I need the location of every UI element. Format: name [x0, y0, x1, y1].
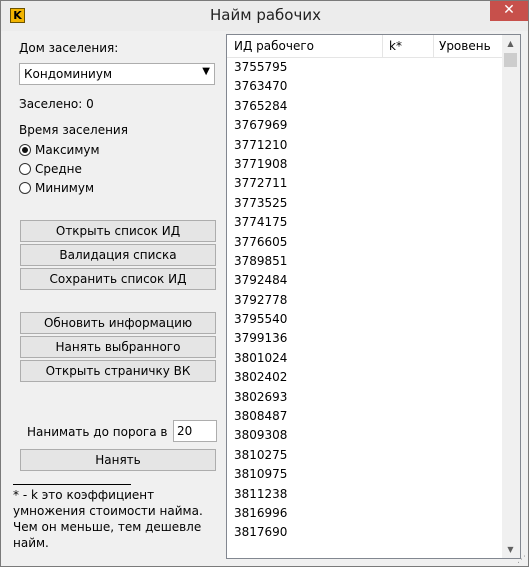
- hire-selected-button[interactable]: Нанять выбранного: [20, 336, 216, 358]
- hire-button[interactable]: Нанять: [20, 449, 216, 471]
- hire-threshold-input[interactable]: 20: [173, 420, 217, 442]
- list-item[interactable]: 3808487: [227, 407, 502, 426]
- list-item[interactable]: 3772711: [227, 174, 502, 193]
- list-item[interactable]: 3776605: [227, 233, 502, 252]
- footnote: * - k это коэффициент умножения стоимост…: [13, 488, 203, 550]
- column-worker-id[interactable]: ИД рабочего: [234, 39, 314, 53]
- list-item[interactable]: 3799136: [227, 329, 502, 348]
- column-level[interactable]: Уровень: [439, 39, 491, 53]
- list-item[interactable]: 3774175: [227, 213, 502, 232]
- list-item[interactable]: 3817690: [227, 523, 502, 542]
- vertical-scrollbar[interactable]: ▲ ▼: [502, 35, 520, 558]
- save-id-list-button[interactable]: Сохранить список ИД: [20, 268, 216, 290]
- list-item[interactable]: 3816996: [227, 504, 502, 523]
- house-select[interactable]: Кондоминиум ▼: [19, 63, 215, 85]
- list-item[interactable]: 3755795: [227, 58, 502, 77]
- workers-list[interactable]: ИД рабочего k* Уровень 3755795 3763470 376…: [226, 34, 521, 559]
- list-item[interactable]: 3792484: [227, 271, 502, 290]
- house-select-value: Кондоминиум: [24, 67, 112, 81]
- list-header: ИД рабочего k* Уровень: [227, 35, 520, 58]
- open-id-list-button[interactable]: Открыть список ИД: [20, 220, 216, 242]
- list-item[interactable]: 3789851: [227, 252, 502, 271]
- list-item[interactable]: 3811238: [227, 485, 502, 504]
- list-item[interactable]: 3767969: [227, 116, 502, 135]
- open-vk-page-button[interactable]: Открыть страничку ВК: [20, 360, 216, 382]
- close-button[interactable]: ✕: [490, 1, 528, 21]
- list-item[interactable]: 3795540: [227, 310, 502, 329]
- list-item[interactable]: 3810275: [227, 446, 502, 465]
- time-label: Время заселения: [19, 123, 128, 137]
- list-item[interactable]: 3765284: [227, 97, 502, 116]
- list-item[interactable]: 3809308: [227, 426, 502, 445]
- resize-grip-icon[interactable]: ⋰: [517, 555, 527, 565]
- list-item[interactable]: 3802402: [227, 368, 502, 387]
- divider: [13, 484, 131, 485]
- radio-unchecked-icon: [19, 163, 31, 175]
- list-item[interactable]: 3763470: [227, 77, 502, 96]
- list-item[interactable]: 3802693: [227, 388, 502, 407]
- radio-label: Минимум: [35, 181, 95, 195]
- window-title: Найм рабочих: [210, 6, 321, 24]
- settled-label: Заселено: 0: [19, 97, 94, 111]
- radio-label: Максимум: [35, 143, 100, 157]
- hire-threshold-label: Нанимать до порога в: [27, 425, 168, 439]
- radio-checked-icon: [19, 144, 31, 156]
- app-window: K Найм рабочих ✕ Дом заселения: Кондомин…: [0, 0, 529, 567]
- column-separator[interactable]: [382, 35, 383, 57]
- list-rows: 3755795 3763470 3765284 3767969 3771210 37719…: [227, 58, 502, 543]
- left-panel: Дом заселения: Кондоминиум ▼ Заселено: 0…: [9, 31, 224, 561]
- radio-label: Средне: [35, 162, 82, 176]
- chevron-down-icon: ▼: [202, 66, 210, 77]
- scroll-thumb[interactable]: [504, 53, 517, 67]
- title-bar[interactable]: K Найм рабочих ✕: [1, 1, 528, 31]
- list-item[interactable]: 3810975: [227, 465, 502, 484]
- house-label: Дом заселения:: [19, 41, 119, 55]
- validate-list-button[interactable]: Валидация списка: [20, 244, 216, 266]
- scroll-up-icon[interactable]: ▲: [502, 35, 519, 52]
- list-item[interactable]: 3771908: [227, 155, 502, 174]
- refresh-info-button[interactable]: Обновить информацию: [20, 312, 216, 334]
- list-item[interactable]: 3801024: [227, 349, 502, 368]
- settled-count: 0: [86, 97, 94, 111]
- radio-unchecked-icon: [19, 182, 31, 194]
- column-separator[interactable]: [433, 35, 434, 57]
- list-item[interactable]: 3792778: [227, 291, 502, 310]
- list-item[interactable]: 3773525: [227, 194, 502, 213]
- list-item[interactable]: 3771210: [227, 136, 502, 155]
- column-k[interactable]: k*: [389, 39, 402, 53]
